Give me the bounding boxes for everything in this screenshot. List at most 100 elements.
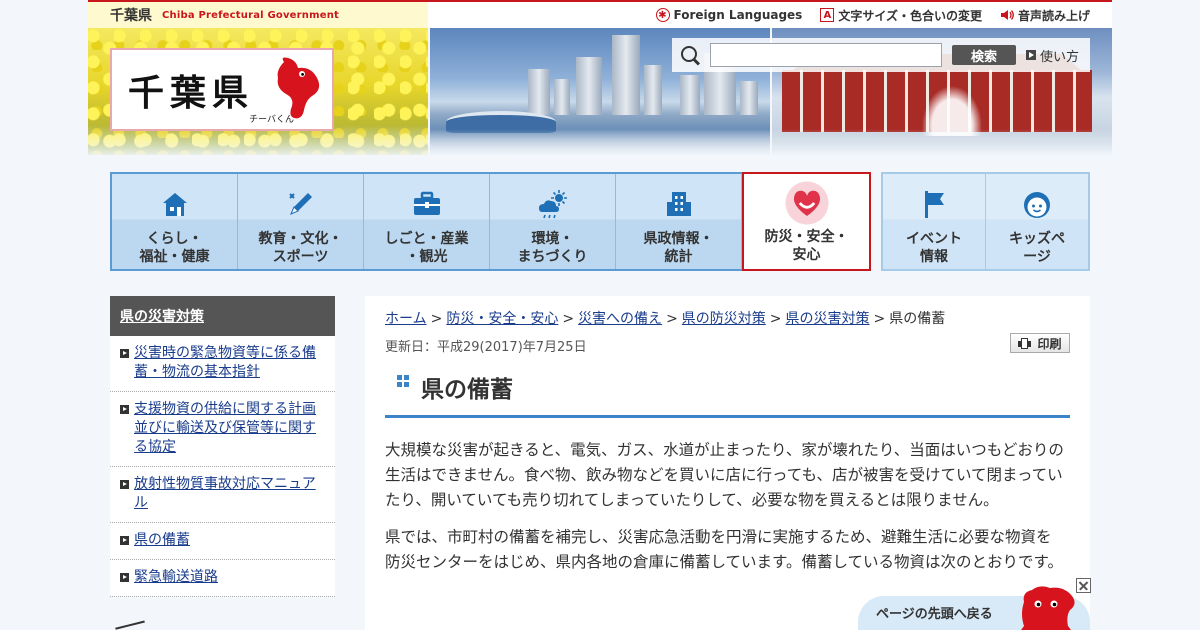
arrow-right-icon (120, 573, 129, 582)
breadcrumb-link-prefecture-measures[interactable]: 県の防災対策 (682, 311, 766, 327)
pencil-icon (288, 193, 312, 215)
search-button[interactable]: 検索 (952, 45, 1016, 65)
brand-strip: 千葉県 Chiba Prefectural Government (88, 2, 428, 28)
nav-label: 県政情報・ 統計 (643, 231, 714, 265)
top-utility-bar: 千葉県 Chiba Prefectural Government ✱ Forei… (88, 2, 1112, 28)
nav-item-kids-page[interactable]: キッズペ ージ (986, 174, 1088, 269)
header-banner: 千葉県 チーバくん 検索 使い方 (88, 28, 1112, 155)
page-title-block: 県の備蓄 (385, 364, 1070, 418)
sidebar-item-link[interactable]: 県の備蓄 (134, 532, 190, 548)
nav-label: キッズペ ージ (1009, 231, 1065, 265)
foreign-languages-label: Foreign Languages (673, 8, 803, 22)
nav-item-work-industry-tourism[interactable]: しごと・産業 ・観光 (364, 174, 490, 269)
print-label: 印刷 (1037, 336, 1062, 351)
breadcrumb-separator: > (430, 311, 443, 327)
utility-links: ✱ Foreign Languages A 文字サイズ・色合いの変更 音声読み上… (655, 2, 1090, 28)
nav-label: 防災・安全・ 安心 (764, 229, 849, 263)
building-fade (772, 129, 1112, 155)
briefcase-icon (413, 191, 440, 215)
nav-label: イベント 情報 (906, 231, 962, 265)
breadcrumb-link-home[interactable]: ホーム (385, 311, 427, 327)
rapeseed-flowers-image: 千葉県 チーバくん (88, 28, 428, 155)
flag-icon (925, 191, 944, 218)
paragraph: 県では、市町村の備蓄を補完し、災害応急活動を円滑に実施するため、避難生活に必要な… (385, 528, 1063, 571)
secondary-navigation: イベント 情報 キッズペ ージ (881, 172, 1090, 271)
weather-icon (538, 190, 567, 219)
text-to-speech-label: 音声読み上げ (1017, 8, 1090, 23)
back-to-top-button[interactable]: ページの先頭へ戻る (858, 586, 1090, 630)
text-size-color-link[interactable]: A 文字サイズ・色合いの変更 (820, 7, 982, 24)
nav-item-education-culture-sports[interactable]: 教育・文化・ スポーツ (238, 174, 364, 269)
article-body: 大規模な災害が起きると、電気、ガス、水道が止まったり、家が壊れたり、当面はいつも… (385, 438, 1065, 587)
brand-name[interactable]: 千葉県 (110, 5, 152, 25)
kids-face-icon (1024, 192, 1050, 218)
global-navigation: くらし・ 福祉・健康 教育・文化・ スポーツ しごと・産業 ・観光 環境・ まち… (110, 172, 871, 271)
text-size-color-label: 文字サイズ・色合いの変更 (838, 8, 982, 23)
house-icon (162, 193, 187, 216)
brand-english-name: Chiba Prefectural Government (162, 9, 339, 21)
close-icon[interactable] (1076, 578, 1091, 593)
breadcrumb-link-disaster-safety[interactable]: 防災・安全・安心 (446, 311, 558, 327)
sidebar-heading[interactable]: 県の災害対策 (110, 296, 335, 336)
breadcrumb-link-disaster-preparation[interactable]: 災害への備え (578, 311, 662, 327)
breadcrumb-separator: > (666, 311, 678, 327)
sidebar-item-link[interactable]: 放射性物質事故対応マニュアル (134, 476, 316, 511)
paragraph: 大規模な災害が起きると、電気、ガス、水道が止まったり、家が壊れたり、当面はいつも… (385, 441, 1064, 509)
print-button[interactable]: 印刷 (1010, 333, 1070, 353)
heart-icon (784, 181, 829, 225)
text-to-speech-link[interactable]: 音声読み上げ (1000, 7, 1090, 24)
foreign-languages-link[interactable]: ✱ Foreign Languages (655, 8, 803, 22)
sidebar-item-link[interactable]: 支援物資の供給に関する計画並びに輸送及び保管等に関する協定 (134, 401, 316, 455)
breadcrumb-link-disaster-countermeasures[interactable]: 県の災害対策 (786, 311, 870, 327)
sidebar-item[interactable]: 支援物資の供給に関する計画並びに輸送及び保管等に関する協定 (110, 392, 335, 467)
search-input[interactable] (710, 43, 942, 67)
breadcrumb-separator: > (562, 311, 575, 327)
text-size-icon: A (820, 8, 835, 22)
sidebar-item-current[interactable]: 県の備蓄 (110, 523, 335, 560)
nav-item-event-info[interactable]: イベント 情報 (883, 174, 986, 269)
chiba-kun-mascot-icon (1021, 586, 1075, 630)
sidebar-item-link[interactable]: 災害時の緊急物資等に係る備蓄・物流の基本指針 (134, 345, 316, 380)
nav-label: しごと・産業 ・観光 (384, 231, 469, 265)
nav-label: 環境・ まちづくり (517, 231, 588, 265)
nav-item-environment-town[interactable]: 環境・ まちづくり (490, 174, 616, 269)
sidebar-item[interactable]: 緊急輸送道路 (110, 560, 335, 597)
breadcrumb-current: 県の備蓄 (889, 311, 946, 327)
search-help-label: 使い方 (1040, 49, 1080, 65)
title-squares-icon (397, 375, 410, 388)
breadcrumb-separator: > (769, 311, 782, 327)
globe-icon: ✱ (655, 8, 670, 22)
site-logo[interactable]: 千葉県 チーバくん (110, 48, 334, 131)
search-help-link[interactable]: 使い方 (1026, 46, 1079, 65)
arrow-right-icon (120, 405, 129, 414)
arrow-right-icon (1026, 50, 1036, 60)
speaker-icon (1000, 8, 1014, 22)
breadcrumb-separator: > (873, 311, 886, 327)
arrow-right-icon (120, 480, 129, 489)
main-content: ホーム > 防災・安全・安心 > 災害への備え > 県の防災対策 > 県の災害対策 > 県の備蓄 更… (365, 296, 1090, 630)
nav-label: 教育・文化・ スポーツ (258, 231, 343, 265)
nav-label: くらし・ 福祉・健康 (139, 231, 210, 265)
arrow-right-icon (120, 536, 129, 545)
nav-item-prefectural-info-statistics[interactable]: 県政情報・ 統計 (616, 174, 742, 269)
printer-icon (1018, 337, 1032, 349)
updated-date: 更新日：平成29(2017)年7月25日 (385, 340, 587, 355)
nav-item-disaster-safety[interactable]: 防災・安全・ 安心 (742, 172, 871, 271)
search-icon (680, 45, 700, 65)
local-navigation-sidebar: 県の災害対策 災害時の緊急物資等に係る備蓄・物流の基本指針 支援物資の供給に関す… (110, 296, 335, 630)
sidebar-item-link[interactable]: 緊急輸送道路 (134, 569, 218, 585)
sidebar-item[interactable]: 災害時の緊急物資等に係る備蓄・物流の基本指針 (110, 336, 335, 392)
site-search: 検索 使い方 (672, 38, 1090, 72)
arrow-right-icon (120, 349, 129, 358)
decorative-line-icon (115, 620, 147, 630)
nav-item-living-welfare-health[interactable]: くらし・ 福祉・健康 (112, 174, 238, 269)
site-header: 千葉県 Chiba Prefectural Government ✱ Forei… (88, 0, 1112, 155)
sidebar-item[interactable]: 放射性物質事故対応マニュアル (110, 467, 335, 523)
breadcrumb: ホーム > 防災・安全・安心 > 災害への備え > 県の防災対策 > 県の災害対策 > 県の備蓄 (385, 308, 945, 328)
page-title: 県の備蓄 (421, 377, 513, 403)
building-icon (666, 192, 691, 216)
mascot-name: チーバくん (249, 115, 294, 125)
logo-text: 千葉県 (128, 72, 255, 114)
city-fade (430, 129, 770, 155)
back-to-top-label: ページの先頭へ戻る (876, 607, 993, 622)
